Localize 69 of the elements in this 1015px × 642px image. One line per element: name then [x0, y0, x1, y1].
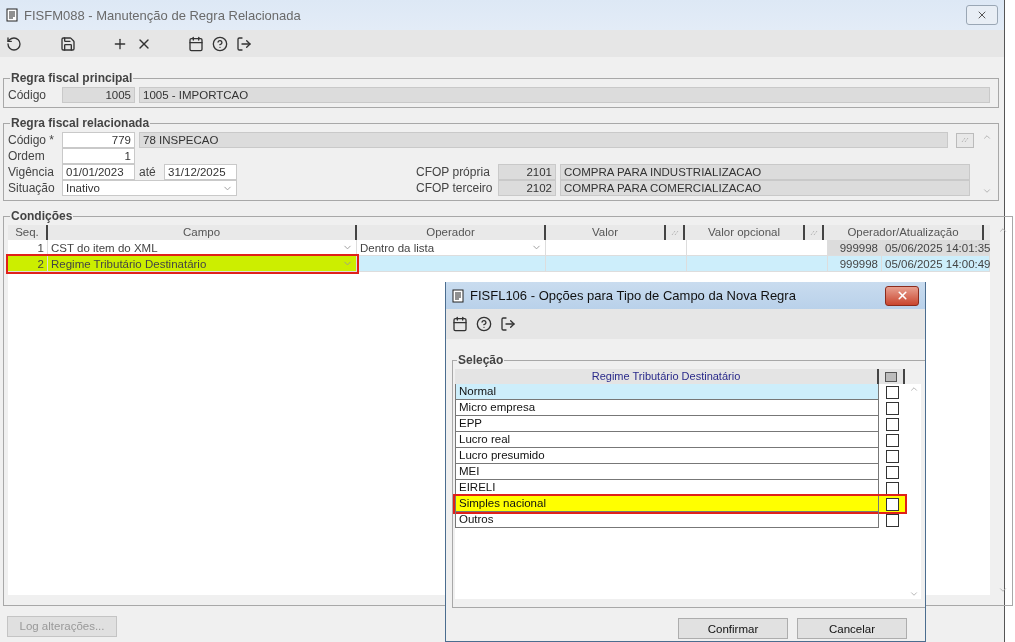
cfop-code-field: 2102 [498, 180, 556, 196]
field-label: Ordem [8, 149, 46, 163]
select-all-checkbox[interactable] [885, 371, 897, 382]
close-icon [976, 9, 988, 21]
option-item[interactable]: Normal [455, 384, 879, 400]
field-label: CFOP própria [416, 165, 491, 179]
field-label: Vigência [8, 165, 55, 179]
window-title: FISFM088 - Manutenção de Regra Relacionada [24, 7, 301, 23]
table-cell: 2 [8, 256, 48, 272]
cfop-description-field: COMPRA PARA INDUSTRIALIZACAO [560, 164, 970, 180]
cfop-code-field: 2101 [498, 164, 556, 180]
scroll-down-icon [998, 585, 1008, 595]
checkbox[interactable] [885, 433, 899, 447]
group-title: Regra fiscal relacionada [10, 116, 151, 130]
table-cell: 999998 [828, 240, 882, 256]
document-icon [452, 288, 464, 303]
field-label: Situação [8, 181, 56, 195]
table-cell: 999998 [828, 256, 882, 272]
confirm-button[interactable]: Confirmar [678, 618, 788, 639]
option-item[interactable]: Lucro presumido [455, 448, 879, 464]
option-item[interactable]: Simples nacional [455, 496, 879, 512]
close-icon [895, 289, 909, 302]
option-item[interactable]: Outros [455, 512, 879, 528]
code-field[interactable]: 779 [62, 132, 135, 148]
order-field[interactable]: 1 [62, 148, 135, 164]
option-item[interactable]: Lucro real [455, 432, 879, 448]
cfop-description-field: COMPRA PARA COMERCIALIZACAO [560, 180, 970, 196]
grip-icon [670, 229, 679, 236]
description-field: 78 INSPECAO [139, 132, 948, 148]
cancel-button[interactable]: Cancelar [797, 618, 907, 639]
checkbox[interactable] [885, 481, 899, 495]
status-dropdown[interactable]: Inativo [62, 180, 237, 196]
option-item[interactable]: EPP [455, 416, 879, 432]
date-field[interactable]: 31/12/2025 [164, 164, 237, 180]
scroll-up-icon [982, 132, 992, 142]
scroll-down-icon [982, 186, 992, 196]
group-title: Seleção [457, 353, 505, 367]
grip-icon [809, 229, 818, 236]
scroll-down-icon [909, 589, 919, 599]
table-cell: 05/06/2025 14:01:35 [882, 240, 990, 256]
checkbox[interactable] [885, 385, 899, 399]
calendar-icon[interactable] [450, 314, 470, 334]
close-button[interactable] [885, 285, 919, 306]
column-header[interactable]: Regime Tributário Destinatário [455, 369, 879, 384]
document-icon [6, 8, 18, 22]
field-label: CFOP terceiro [416, 181, 494, 195]
option-item[interactable]: Micro empresa [455, 400, 879, 416]
grip-icon [961, 137, 969, 143]
checkbox[interactable] [885, 401, 899, 415]
scroll-up-icon [998, 225, 1008, 235]
help-icon[interactable] [474, 314, 494, 334]
table-row[interactable]: 2 Regime Tributário Destinatário 999998 05/06/2025 14:00:49 [8, 256, 990, 272]
option-item[interactable]: MEI [455, 464, 879, 480]
scroll-up-icon [909, 384, 919, 394]
group-title: Condições [10, 209, 74, 223]
group-title: Regra fiscal principal [10, 71, 134, 85]
date-field[interactable]: 01/01/2023 [62, 164, 135, 180]
checkbox[interactable] [885, 449, 899, 463]
field-label: Código [8, 88, 48, 102]
checkbox[interactable] [885, 417, 899, 431]
description-field: 1005 - IMPORTCAO [139, 87, 990, 103]
field-label: Código * [8, 133, 56, 147]
field-dropdown[interactable]: Regime Tributário Destinatário [48, 256, 357, 272]
checkbox[interactable] [885, 465, 899, 479]
dialog-title: FISFL106 - Opções para Tipo de Campo da Nova Regra [470, 288, 796, 303]
field-label: até [139, 165, 157, 179]
code-field[interactable]: 1005 [62, 87, 135, 103]
checkbox[interactable] [885, 497, 899, 511]
table-cell: 05/06/2025 14:00:49 [882, 256, 990, 272]
